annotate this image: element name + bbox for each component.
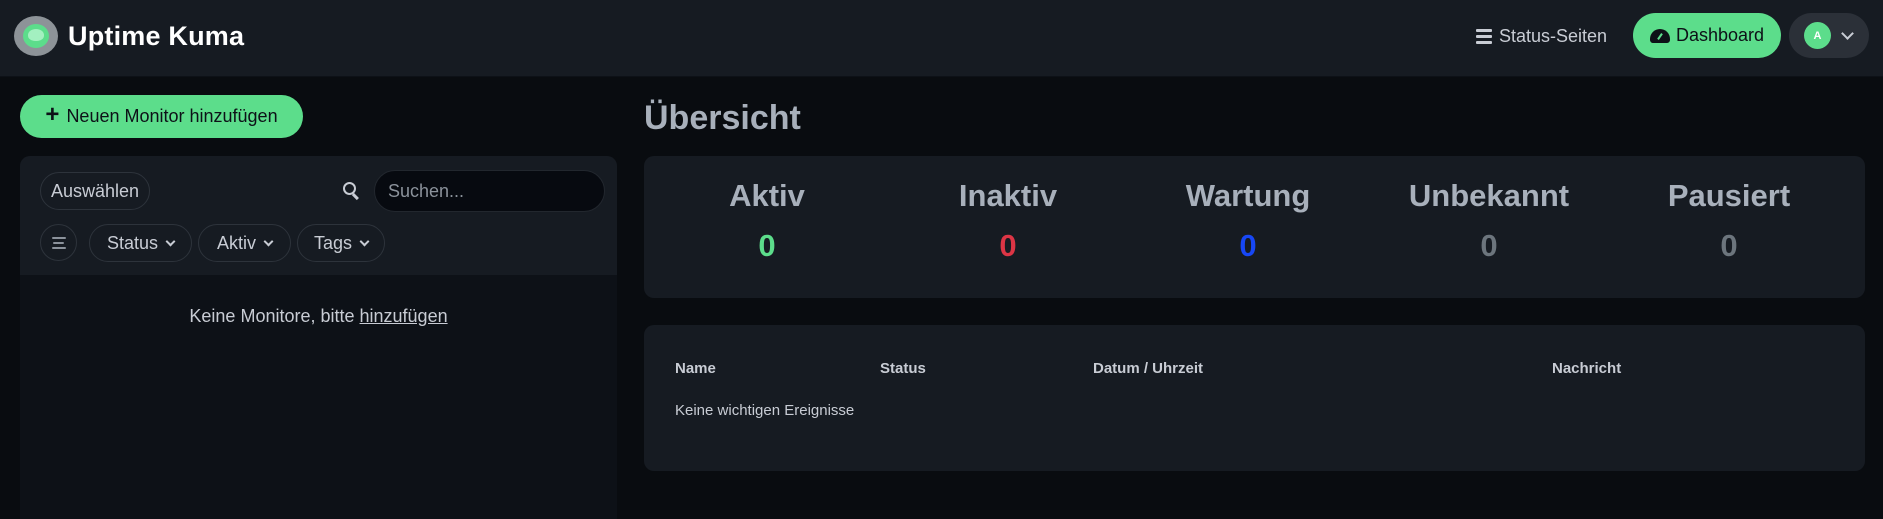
stat-down: Inaktiv 0: [888, 178, 1128, 264]
dashboard-button[interactable]: Dashboard: [1633, 13, 1781, 58]
add-monitor-button[interactable]: + Neuen Monitor hinzufügen: [20, 95, 303, 138]
stat-value: 0: [1480, 228, 1498, 263]
plus-icon: +: [45, 101, 60, 128]
list-icon: [1476, 28, 1492, 44]
avatar: A: [1804, 22, 1831, 49]
tags-filter-label: Tags: [313, 232, 353, 253]
sort-button[interactable]: [40, 224, 77, 261]
stat-label: Aktiv: [729, 178, 805, 213]
search-input[interactable]: [374, 170, 605, 212]
stat-label: Wartung: [1185, 178, 1311, 213]
stat-label: Inaktiv: [958, 178, 1058, 213]
tags-filter-dropdown[interactable]: Tags: [297, 224, 385, 262]
chevron-down-icon: [263, 236, 274, 246]
monitor-list-panel: Auswählen Status Aktiv Tags Keine Monito…: [20, 156, 617, 519]
stat-unknown: Unbekannt 0: [1369, 178, 1609, 264]
stat-value: 0: [758, 228, 776, 263]
empty-monitor-text: Keine Monitore, bitte: [189, 306, 355, 326]
gauge-icon: [1649, 28, 1670, 43]
empty-monitor-message: Keine Monitore, bitte hinzufügen: [20, 306, 617, 327]
top-navbar: Uptime Kuma Status-Seiten Dashboard A: [0, 0, 1883, 77]
brand-link[interactable]: Uptime Kuma: [14, 16, 244, 56]
dashboard-label: Dashboard: [1675, 25, 1765, 45]
status-pages-link[interactable]: Status-Seiten: [1476, 22, 1607, 50]
status-filter-label: Status: [106, 232, 159, 253]
active-filter-dropdown[interactable]: Aktiv: [198, 224, 291, 262]
uptime-kuma-logo-icon: [14, 16, 58, 56]
search-icon[interactable]: [343, 182, 361, 201]
profile-dropdown[interactable]: A: [1789, 13, 1869, 58]
column-header-datetime: Datum / Uhrzeit: [1093, 360, 1204, 377]
stat-value: 0: [1239, 228, 1257, 263]
column-header-status: Status: [880, 360, 926, 377]
stat-paused: Pausiert 0: [1609, 178, 1849, 264]
stat-value: 0: [999, 228, 1017, 263]
stat-label: Unbekannt: [1408, 178, 1570, 213]
chevron-down-icon: [165, 236, 176, 246]
column-header-message: Nachricht: [1552, 360, 1622, 377]
chevron-down-icon: [1841, 26, 1854, 40]
empty-events-message: Keine wichtigen Ereignisse: [675, 402, 855, 419]
stats-card: Aktiv 0 Inaktiv 0 Wartung 0 Unbekannt 0 …: [644, 156, 1865, 298]
monitor-list-header: Auswählen Status Aktiv Tags: [20, 156, 617, 275]
column-header-name: Name: [675, 360, 716, 377]
stat-maintenance: Wartung 0: [1128, 178, 1368, 264]
stat-label: Pausiert: [1667, 178, 1791, 213]
important-events-card: Name Status Datum / Uhrzeit Nachricht Ke…: [644, 325, 1865, 471]
page-title: Übersicht: [644, 99, 801, 137]
select-button[interactable]: Auswählen: [40, 172, 150, 210]
status-filter-dropdown[interactable]: Status: [89, 224, 192, 262]
brand-title: Uptime Kuma: [68, 20, 245, 51]
stat-up: Aktiv 0: [647, 178, 887, 264]
chevron-down-icon: [359, 236, 370, 246]
active-filter-label: Aktiv: [216, 232, 256, 253]
add-monitor-link[interactable]: hinzufügen: [360, 306, 448, 326]
status-pages-label: Status-Seiten: [1499, 25, 1608, 46]
stat-value: 0: [1720, 228, 1738, 263]
add-monitor-label: Neuen Monitor hinzufügen: [66, 106, 278, 126]
select-label: Auswählen: [50, 180, 140, 201]
